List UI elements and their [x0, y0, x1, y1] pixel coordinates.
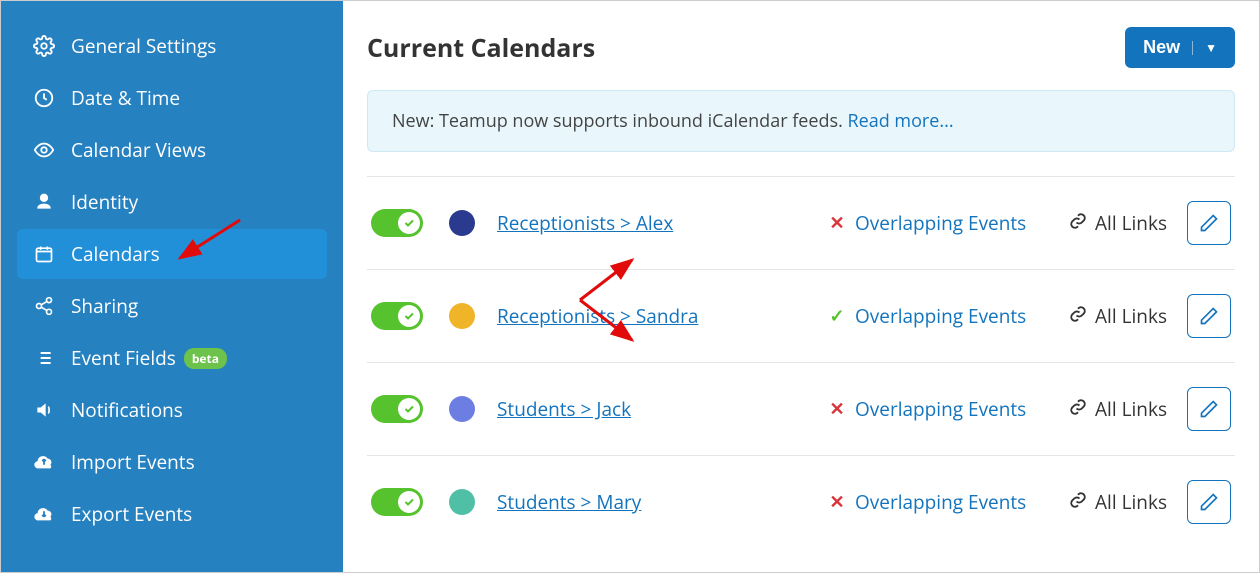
- user-icon: [31, 192, 57, 212]
- sidebar-item-label: General Settings: [71, 33, 216, 59]
- sidebar-item-general-settings[interactable]: General Settings: [17, 21, 327, 71]
- cross-icon: ✕: [827, 490, 847, 514]
- list-icon: [31, 348, 57, 368]
- sidebar-item-label: Date & Time: [71, 85, 180, 111]
- sound-icon: [31, 400, 57, 420]
- beta-badge: beta: [184, 348, 227, 369]
- calendar-list: Receptionists > Alex ✕ Overlapping Event…: [367, 176, 1235, 548]
- sidebar-item-label: Export Events: [71, 501, 192, 527]
- cross-icon: ✕: [827, 211, 847, 235]
- all-links[interactable]: All Links: [1069, 396, 1167, 422]
- sidebar-item-label: Sharing: [71, 293, 138, 319]
- all-links-label: All Links: [1095, 303, 1167, 329]
- gear-icon: [31, 35, 57, 57]
- sidebar-item-export-events[interactable]: Export Events: [17, 489, 327, 539]
- sidebar-item-label: Calendar Views: [71, 137, 206, 163]
- overlap-label: Overlapping Events: [855, 489, 1026, 515]
- share-icon: [31, 296, 57, 316]
- edit-button[interactable]: [1187, 294, 1231, 338]
- calendar-row: Receptionists > Alex ✕ Overlapping Event…: [367, 176, 1235, 269]
- link-icon: [1069, 210, 1087, 236]
- all-links-label: All Links: [1095, 489, 1167, 515]
- sidebar-item-label: Calendars: [71, 241, 160, 267]
- sidebar-item-import-events[interactable]: Import Events: [17, 437, 327, 487]
- sidebar-item-identity[interactable]: Identity: [17, 177, 327, 227]
- toggle-knob: [398, 212, 420, 234]
- sidebar-item-calendars[interactable]: Calendars: [17, 229, 327, 279]
- main-content: Current Calendars New ▼ New: Teamup now …: [343, 1, 1259, 572]
- all-links[interactable]: All Links: [1069, 489, 1167, 515]
- active-toggle[interactable]: [371, 395, 423, 423]
- overlap-status[interactable]: ✕ Overlapping Events: [827, 489, 1067, 515]
- sidebar-item-event-fields[interactable]: Event Fields beta: [17, 333, 327, 383]
- calendar-name[interactable]: Receptionists > Alex: [497, 210, 827, 236]
- calendar-name[interactable]: Students > Jack: [497, 396, 827, 422]
- sidebar-item-date-time[interactable]: Date & Time: [17, 73, 327, 123]
- overlap-label: Overlapping Events: [855, 303, 1026, 329]
- new-button[interactable]: New ▼: [1125, 27, 1235, 68]
- cloud-download-icon: [31, 503, 57, 525]
- link-icon: [1069, 303, 1087, 329]
- sidebar-item-label: Event Fields: [71, 345, 176, 371]
- active-toggle[interactable]: [371, 302, 423, 330]
- overlap-status[interactable]: ✓ Overlapping Events: [827, 303, 1067, 329]
- new-button-label: New: [1143, 37, 1180, 58]
- overlap-status[interactable]: ✕ Overlapping Events: [827, 210, 1067, 236]
- link-icon: [1069, 396, 1087, 422]
- check-icon: ✓: [827, 304, 847, 328]
- page-title: Current Calendars: [367, 31, 595, 65]
- toggle-knob: [398, 305, 420, 327]
- color-dot[interactable]: [449, 396, 475, 422]
- calendar-icon: [31, 244, 57, 264]
- active-toggle[interactable]: [371, 209, 423, 237]
- overlap-label: Overlapping Events: [855, 396, 1026, 422]
- overlap-label: Overlapping Events: [855, 210, 1026, 236]
- color-dot[interactable]: [449, 303, 475, 329]
- toggle-knob: [398, 491, 420, 513]
- sidebar-item-label: Identity: [71, 189, 138, 215]
- cloud-upload-icon: [31, 451, 57, 473]
- sidebar-item-sharing[interactable]: Sharing: [17, 281, 327, 331]
- cross-icon: ✕: [827, 397, 847, 421]
- all-links[interactable]: All Links: [1069, 303, 1167, 329]
- chevron-down-icon: ▼: [1192, 41, 1217, 55]
- sidebar-item-notifications[interactable]: Notifications: [17, 385, 327, 435]
- edit-button[interactable]: [1187, 480, 1231, 524]
- calendar-row: Receptionists > Sandra ✓ Overlapping Eve…: [367, 269, 1235, 362]
- toggle-knob: [398, 398, 420, 420]
- header: Current Calendars New ▼: [367, 27, 1235, 68]
- eye-icon: [31, 139, 57, 161]
- all-links[interactable]: All Links: [1069, 210, 1167, 236]
- calendar-name[interactable]: Receptionists > Sandra: [497, 303, 827, 329]
- edit-button[interactable]: [1187, 387, 1231, 431]
- overlap-status[interactable]: ✕ Overlapping Events: [827, 396, 1067, 422]
- notice-link[interactable]: Read more...: [848, 109, 954, 133]
- clock-icon: [31, 87, 57, 109]
- sidebar-item-label: Notifications: [71, 397, 183, 423]
- notice-text: New: Teamup now supports inbound iCalend…: [392, 109, 848, 133]
- calendar-name[interactable]: Students > Mary: [497, 489, 827, 515]
- color-dot[interactable]: [449, 210, 475, 236]
- notice-banner: New: Teamup now supports inbound iCalend…: [367, 90, 1235, 152]
- sidebar-item-label: Import Events: [71, 449, 195, 475]
- sidebar: General Settings Date & Time Calendar Vi…: [1, 1, 343, 572]
- all-links-label: All Links: [1095, 210, 1167, 236]
- calendar-row: Students > Mary ✕ Overlapping Events All…: [367, 455, 1235, 548]
- all-links-label: All Links: [1095, 396, 1167, 422]
- sidebar-item-calendar-views[interactable]: Calendar Views: [17, 125, 327, 175]
- edit-button[interactable]: [1187, 201, 1231, 245]
- active-toggle[interactable]: [371, 488, 423, 516]
- color-dot[interactable]: [449, 489, 475, 515]
- link-icon: [1069, 489, 1087, 515]
- calendar-row: Students > Jack ✕ Overlapping Events All…: [367, 362, 1235, 455]
